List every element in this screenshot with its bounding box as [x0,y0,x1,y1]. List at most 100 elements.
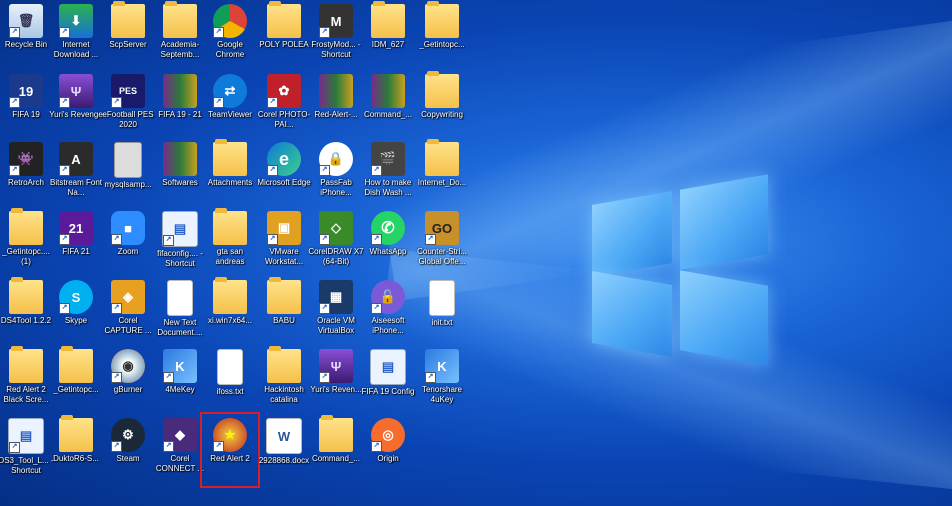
folder-icon [425,1,459,38]
folder-icon [59,415,93,452]
windows-logo-pane [592,270,672,358]
desktop-icon-label: How to make Dish Wash ... [364,178,412,197]
desktop-icon-getintopc[interactable]: _Getintopc... [416,1,468,70]
csgo-icon: GO ↗ [425,211,459,245]
desktop-icon-fifa-19[interactable]: 19 ↗ FIFA 19 [0,72,52,140]
desktop-icon-label: Corel CAPTURE ... [104,316,152,335]
desktop-icon-command[interactable]: Command_... [362,72,414,140]
desktop-icon-idm-627[interactable]: IDM_627 [362,1,414,70]
desktop-icon-yuri-s-reven[interactable]: Ψ ↗ Yuri's Reven... [310,347,362,415]
shortcut-arrow-icon: ↗ [267,234,278,245]
desktop-icon-2928868-docx[interactable]: W 2928868.docx [258,416,310,484]
desktop-icon-yuri-s-revenge[interactable]: Ψ ↗ Yuri's Revenge [49,72,103,140]
desktop-icon-internet-download[interactable]: ⬇ ↗ Internet Download ... [50,2,102,70]
desktop-icon-gta-san-andreas[interactable]: gta san andreas [204,208,256,277]
desktop-icon-passfab-iphone[interactable]: 🔒 ↗ PassFab iPhone... [310,140,362,208]
desktop-icon-4mekey[interactable]: K ↗ 4MeKey [154,347,206,415]
desktop-icon-oracle-vm-virtualbox[interactable]: ▦ ↗ Oracle VM VirtualBox [310,278,362,346]
desktop-icon-label: gta san andreas [215,247,245,266]
desktop-icon-red-alert-2[interactable]: ★ ↗ Red Alert 2 [200,412,260,488]
desktop-icon-label: Internet Download ... [53,40,99,59]
desktop-icon-scpserver[interactable]: ScpServer [102,1,154,70]
word-icon: W [266,418,302,454]
desktop-icon-new-text-document[interactable]: New Text Document.... [154,278,206,346]
desktop-icon-label: Aiseesoft iPhone... [371,316,405,335]
desktop-icon-vmware-workstat[interactable]: ▣ ↗ VMware Workstat... [258,209,310,277]
vmware-icon: ▣ ↗ [267,211,301,245]
desktop-icon-recycle-bin[interactable]: 🗑 ↗ Recycle Bin [0,2,52,70]
desktop-icon-label: Yuri's Revenge [49,110,103,119]
desktop-icon-corel-photo-pai[interactable]: ✿ ↗ Corel PHOTO-PAI... [258,72,310,140]
desktop-icon-tenorshare-4ukey[interactable]: K ↗ Tenorshare 4uKey [416,347,468,415]
desktop-icon-mysqlsamp[interactable]: mysqlsamp... [102,140,154,208]
desktop-icon-how-to-make-dish-wash[interactable]: 🎬 ↗ How to make Dish Wash ... [362,140,414,208]
desktop-icon-label: Command_... [311,454,361,463]
recycle-icon: 🗑 ↗ [9,4,43,38]
desktop-icon-fifa-19-config[interactable]: ▤ FIFA 19 Config [362,347,414,415]
desktop-icon-hackintosh-catalina[interactable]: Hackintosh catalina [258,346,310,415]
desktop-icon-duktor6-s[interactable]: DuktoR6-S... [50,415,102,484]
shortcut-arrow-icon: ↗ [213,97,224,108]
desktop-icon-label: Attachments [207,178,253,187]
desktop-icon-copywriting[interactable]: Copywriting [416,71,468,140]
doc-icon [217,349,243,385]
shortcut-arrow-icon: ↗ [59,234,70,245]
desktop-icon-google-chrome[interactable]: ↗ Google Chrome [204,2,256,70]
desktop-icon-getintopc[interactable]: _Getintopc... [50,346,102,415]
desktop-icon-poly-polea[interactable]: POLY POLEA [258,1,310,70]
desktop-icon-ds3-tool-l-shortcut[interactable]: ▤ ↗ DS3_Tool_L... - Shortcut [0,416,54,484]
desktop-icon-fifa-21[interactable]: 21 ↗ FIFA 21 [50,209,102,277]
desktop-icon-init-txt[interactable]: init.txt [416,278,468,346]
folder-icon [213,277,247,314]
shortcut-arrow-icon: ↗ [59,27,70,38]
desktop-icon-attachments[interactable]: Attachments [204,139,256,208]
desktop-icon-origin[interactable]: ◎ ↗ Origin [362,416,414,484]
desktop-icon-retroarch[interactable]: 👾 ↗ RetroArch [0,140,52,208]
windows-logo [592,174,768,366]
desktop-icon-aiseesoft-iphone[interactable]: 🔓 ↗ Aiseesoft iPhone... [362,278,414,346]
folder-icon [213,208,247,245]
desktop-icon-getintopc-1[interactable]: _Getintopc.... (1) [0,208,52,277]
desktop-icon-red-alert-2-black-scre[interactable]: Red Alert 2 Black Scre... [0,346,52,415]
desktop-icon-whatsapp[interactable]: ✆ ↗ WhatsApp [362,209,414,277]
desktop-icon-gburner[interactable]: ◉ ↗ gBurner [102,347,154,415]
desktop-icon-frostymod-shortcut[interactable]: M ↗ FrostyMod... - Shortcut [310,2,362,70]
desktop-icon-fifaconfig-shortcut[interactable]: ▤ ↗ fifaconfig.... - Shortcut [154,209,206,277]
desktop-icon-babu[interactable]: BABU [258,277,310,346]
winrar-icon [371,74,405,108]
desktop-icon-zoom[interactable]: ■ ↗ Zoom [102,209,154,277]
desktop-icon-skype[interactable]: S ↗ Skype [50,278,102,346]
desktop-icon-ds4tool-1-2-2[interactable]: DS4Tool 1.2.2 [0,277,52,346]
fourme-icon: K ↗ [425,349,459,383]
desktop-icon-ifoss-txt[interactable]: ifoss.txt [204,347,256,415]
folder-icon [319,415,353,452]
zoom-icon: ■ ↗ [111,211,145,245]
desktop-icon-corel-connect[interactable]: ◆ ↗ Corel CONNECT ... [154,416,206,484]
desktop-icon-xi-win7x64[interactable]: xi.win7x64... [204,277,256,346]
desktop-icon-command[interactable]: Command_... [310,415,362,484]
desktop-icon-coreldraw-x7-64-bit[interactable]: ◇ ↗ CorelDRAW X7 (64-Bit) [308,209,364,277]
shortcut-arrow-icon: ↗ [111,97,122,108]
desktop-icon-steam[interactable]: ⚙ ↗ Steam [102,416,154,484]
desktop-icon-efootball-pes-2020[interactable]: PES ↗ eFootball PES 2020 [102,72,154,140]
desktop-icon-academia-septemb[interactable]: Academia-Septemb... [154,1,206,70]
desktop-icon-label: CorelDRAW X7 (64-Bit) [308,247,364,266]
desktop-icon-teamviewer[interactable]: ⇄ ↗ TeamViewer [204,72,256,140]
desktop-icon-label: FrostyMod... - Shortcut [311,40,361,59]
desktop-icon-label: Microsoft Edge [257,178,311,187]
desktop-icon-fifa-19-21[interactable]: FIFA 19 - 21 [154,72,206,140]
folder-icon [425,139,459,176]
desktop-icon-red-alert[interactable]: Red-Alert-... [310,72,362,140]
shortcut-arrow-icon: ↗ [213,27,224,38]
retro-icon: 👾 ↗ [9,142,43,176]
shortcut-arrow-icon: ↗ [9,165,20,176]
desktop-icon-microsoft-edge[interactable]: e ↗ Microsoft Edge [257,140,311,208]
shortcut-arrow-icon: ↗ [111,441,122,452]
desktop-icon-label: Corel CONNECT ... [155,454,205,473]
desktop-icon-corel-capture[interactable]: ◈ ↗ Corel CAPTURE ... [102,278,154,346]
desktop-icon-internet-do[interactable]: Internet_Do... [416,139,468,208]
desktop-icon-counter-stri-global-offe[interactable]: GO ↗ Counter-Stri... Global Offe... [416,209,468,277]
desktop-icon-bitstream-font-na[interactable]: A ↗ Bitstream Font Na... [50,140,102,208]
desktop-icon-softwares[interactable]: Softwares [154,140,206,208]
docblue-icon: ▤ ↗ [8,418,44,454]
